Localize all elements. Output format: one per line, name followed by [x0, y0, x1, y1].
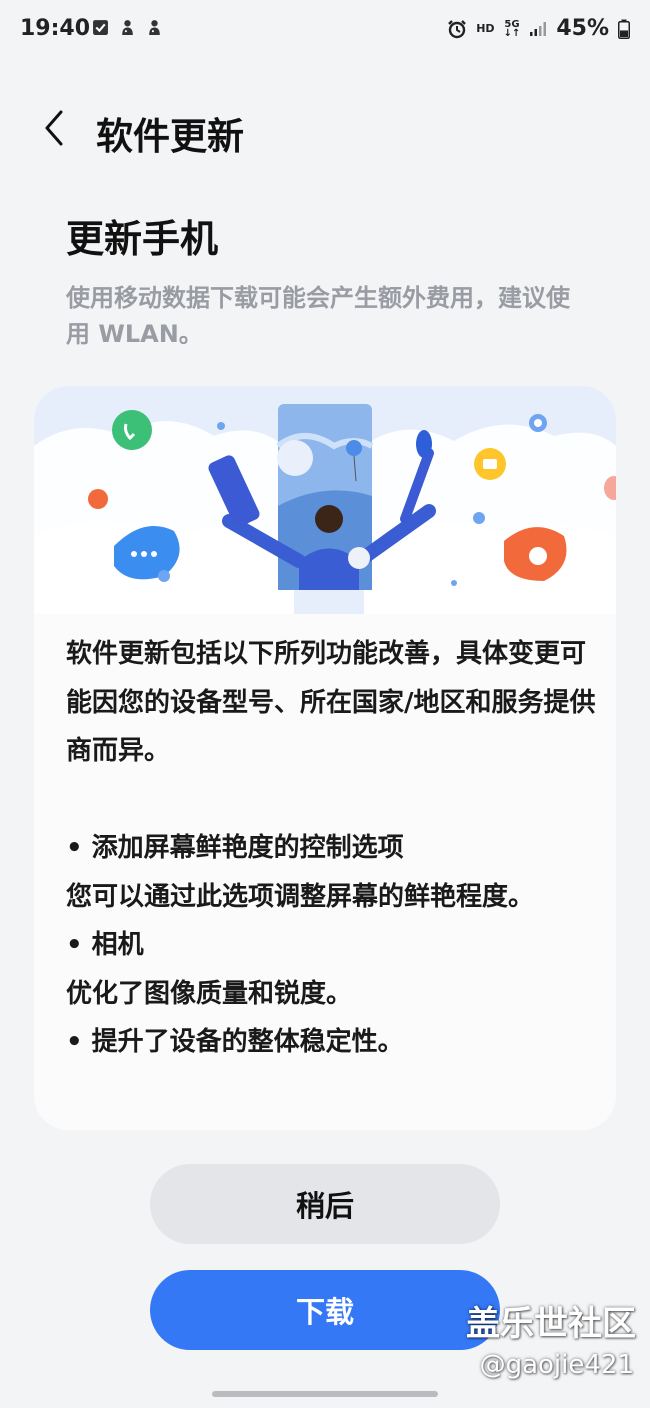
notification-icon: [122, 20, 133, 35]
status-right-group: HD 5G ↓↑ 45%: [447, 16, 630, 41]
update-notes-intro: 软件更新包括以下所列功能改善，具体变更可能因您的设备型号、所在国家/地区和服务提…: [66, 639, 596, 766]
feature-item-description: 优化了图像质量和锐度。: [66, 978, 353, 1009]
software-update-screen: 19:40 HD 5G ↓↑ 45% 软件更新 更新手机 使用移动数据下载可能会…: [0, 0, 650, 1408]
alarm-icon: [448, 19, 467, 38]
download-button[interactable]: 下载: [150, 1270, 500, 1350]
hd-voice-indicator: HD: [476, 22, 495, 35]
later-button[interactable]: 稍后: [150, 1164, 500, 1244]
watermark-brand: 盖乐世社区: [466, 1304, 636, 1344]
feature-item-title: • 添加屏幕鲜艳度的控制选项: [66, 833, 404, 863]
chevron-left-icon: [45, 110, 63, 146]
feature-item-description: 您可以通过此选项调整屏幕的鲜艳程度。: [66, 881, 535, 912]
battery-icon: [618, 19, 630, 39]
update-title: 更新手机: [66, 217, 219, 261]
battery-percent: 45%: [556, 16, 609, 41]
network-type-indicator: 5G ↓↑: [503, 19, 521, 39]
update-subtitle: 使用移动数据下载可能会产生额外费用，建议使用 WLAN。: [66, 284, 570, 348]
data-activity-icon: ↓↑: [503, 27, 521, 39]
gesture-nav-handle[interactable]: [212, 1391, 438, 1397]
notification-icon: [149, 20, 160, 35]
notes-spacer: [66, 776, 596, 825]
feature-item-title: • 提升了设备的整体稳定性。: [66, 1027, 404, 1057]
back-button[interactable]: [34, 104, 74, 152]
feature-item-title: • 相机: [66, 930, 144, 960]
status-time: 19:40: [20, 16, 91, 41]
update-notes: 软件更新包括以下所列功能改善，具体变更可能因您的设备型号、所在国家/地区和服务提…: [66, 630, 596, 1067]
status-bar: 19:40 HD 5G ↓↑ 45%: [0, 0, 650, 62]
status-notification-icons: [92, 19, 163, 36]
page-title: 软件更新: [96, 115, 244, 158]
update-info-card: 软件更新包括以下所列功能改善，具体变更可能因您的设备型号、所在国家/地区和服务提…: [34, 386, 616, 1130]
watermark-user: @gaojie421: [479, 1350, 634, 1380]
check-square-icon: [93, 20, 108, 35]
update-illustration: [34, 386, 616, 614]
signal-strength-icon: [530, 21, 547, 36]
